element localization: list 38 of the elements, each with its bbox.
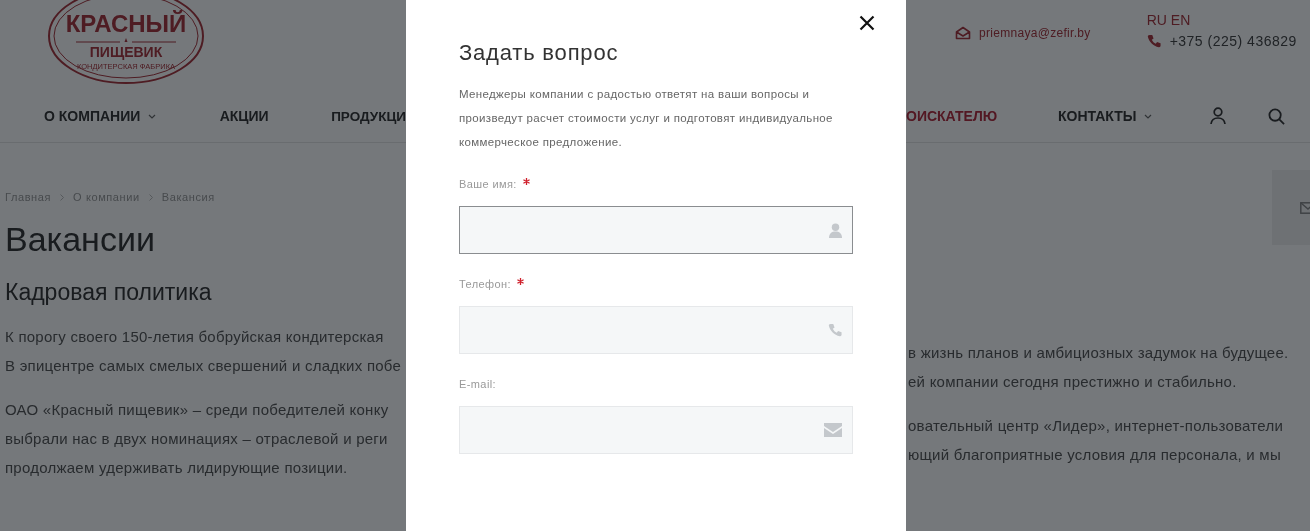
paragraph-text: В эпицентре самых смелых свершений и сладких побе (5, 357, 402, 374)
chevron-icon (60, 193, 65, 201)
caret-icon[interactable] (148, 113, 157, 119)
envelope-icon (955, 26, 971, 40)
caret-icon[interactable] (1144, 113, 1153, 119)
phone-icon (828, 323, 842, 337)
field-label: Ваше имя: (459, 178, 517, 190)
page-title: Вакансии (5, 219, 156, 259)
nav-item[interactable]: ОИСКАТЕЛЮ (906, 108, 1058, 124)
chevron-icon (148, 193, 153, 201)
close-icon[interactable] (859, 15, 875, 31)
nav-item[interactable]: О КОМПАНИИ (44, 108, 220, 124)
input-field[interactable] (459, 206, 853, 254)
paragraph-text: К порогу своего 150-летия бобруйская кондитерская (5, 328, 384, 345)
dialog-description: Менеджеры компании с радостью ответят на ваши вопросы и произведут расчет стоимости услуг и подготовят индивидуальное коммерческое предложение. (459, 87, 834, 150)
person-icon (829, 222, 842, 238)
language-link[interactable]: EN (1170, 12, 1191, 28)
phone-number: +375 (225) 436829 (1169, 33, 1297, 49)
paragraph-text: выбрали нас в двух номинациях – отраслевой и реги (5, 430, 388, 447)
dialog-title: Задать вопрос (459, 39, 620, 67)
envelope-icon (824, 423, 842, 437)
email-link[interactable]: priemnaya@zefir.by (979, 26, 1091, 40)
section-title: Кадровая политика (5, 278, 213, 307)
phone-icon (1146, 34, 1161, 48)
paragraph-text: ющий благоприятные условия для персонала, и мы (908, 446, 1281, 463)
paragraph-text: овательный центр «Лидер», интернет-пользователи (908, 417, 1284, 434)
paragraph-text: ей компании сегодня престижно и стабильно. (908, 373, 1237, 390)
paragraph-text: в жизнь планов и амбициозных задумок на будущее. (908, 344, 1289, 361)
search-icon[interactable] (1268, 107, 1285, 125)
paragraph-text: продолжаем удерживать лидирующие позиции. (5, 459, 348, 476)
field-label: E-mail: (459, 378, 497, 390)
language-link[interactable]: RU (1146, 12, 1167, 28)
nav-item[interactable]: АКЦИИ (219, 108, 332, 124)
paragraph-text: ОАО «Красный пищевик» – среди победителей конку (5, 401, 389, 418)
user-icon[interactable] (1210, 107, 1226, 125)
nav-item[interactable]: КОНТАКТЫ (1058, 108, 1210, 124)
nav-item[interactable]: ПРОДУКЦИ (331, 108, 406, 124)
field-label: Телефон: (459, 278, 511, 290)
